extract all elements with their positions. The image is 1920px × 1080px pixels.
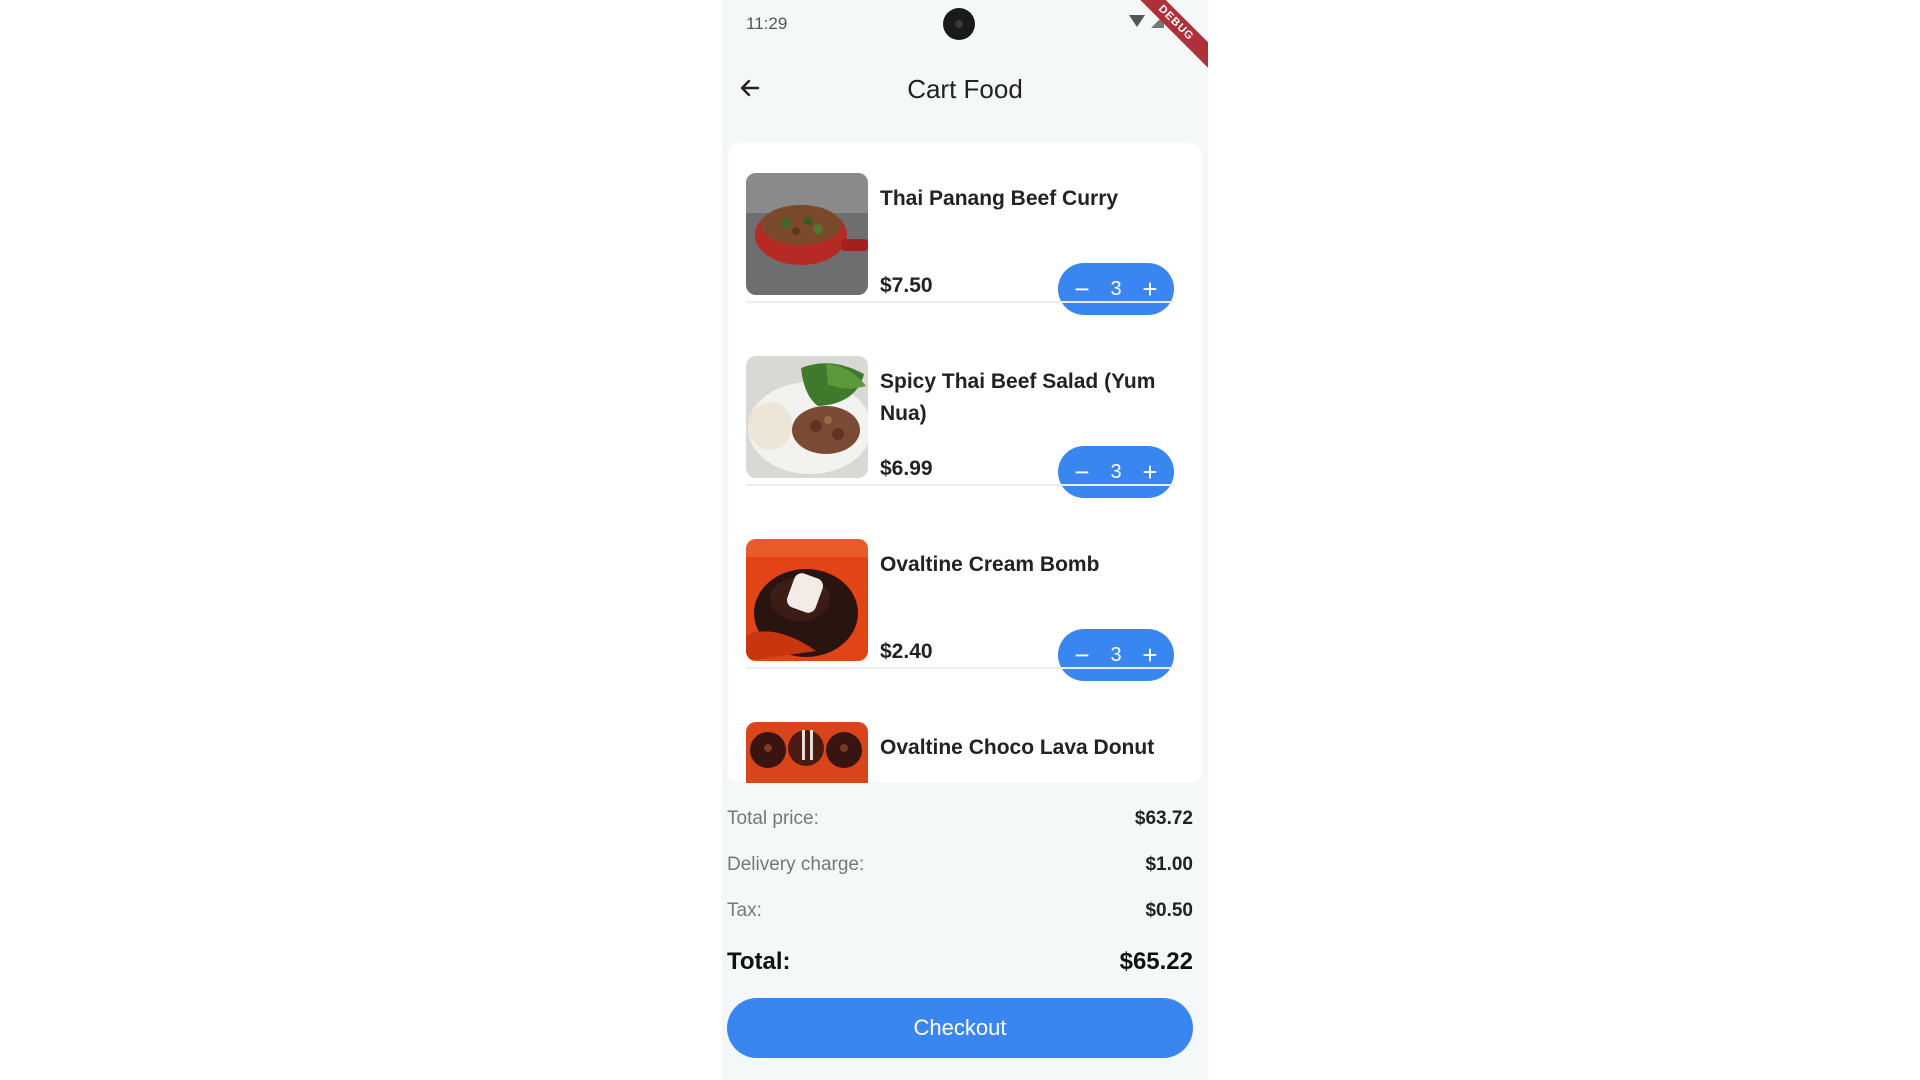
grand-total-label: Total: xyxy=(727,948,791,975)
decrease-quantity-button[interactable]: − xyxy=(1068,458,1096,486)
cart-item: Ovaltine Cream Bomb $2.40 − 3 + xyxy=(746,509,1174,681)
page-title: Cart Food xyxy=(907,74,1023,104)
item-name: Spicy Thai Beef Salad (Yum Nua) xyxy=(880,370,1156,425)
item-price: $2.40 xyxy=(880,640,933,663)
decrease-quantity-button[interactable]: − xyxy=(1068,641,1096,669)
increase-quantity-button[interactable]: + xyxy=(1136,641,1164,669)
wifi-icon xyxy=(1129,15,1145,27)
quantity-stepper: − 3 + xyxy=(1058,263,1174,315)
app-bar: Cart Food xyxy=(722,58,1208,118)
increase-quantity-button[interactable]: + xyxy=(1136,275,1164,303)
tax-label: Tax: xyxy=(727,900,762,921)
tax-value: $0.50 xyxy=(1145,900,1193,921)
item-name: Ovaltine Choco Lava Donut xyxy=(880,736,1155,759)
cart-item: Thai Panang Beef Curry $7.50 − 3 + xyxy=(746,143,1174,315)
quantity-stepper: − 3 + xyxy=(1058,629,1174,681)
quantity-value: 3 xyxy=(1110,643,1122,666)
item-price: $6.99 xyxy=(880,457,933,480)
item-name: Ovaltine Cream Bomb xyxy=(880,553,1100,576)
status-bar: 11:29 DEBUG xyxy=(722,0,1208,79)
item-name: Thai Panang Beef Curry xyxy=(880,187,1119,210)
food-image-beef-salad xyxy=(746,356,868,478)
total-price-label: Total price: xyxy=(727,808,819,829)
summary-row-total-price: Total price: $63.72 xyxy=(727,808,1193,830)
food-image-cream-bomb xyxy=(746,539,868,661)
phone-screen: 11:29 DEBUG Cart Food Thai Panang Beef C… xyxy=(722,0,1208,1080)
item-divider xyxy=(746,301,1174,303)
total-price-value: $63.72 xyxy=(1134,808,1193,829)
quantity-value: 3 xyxy=(1110,460,1122,483)
item-divider xyxy=(746,667,1174,669)
delivery-charge-label: Delivery charge: xyxy=(727,854,865,875)
status-time: 11:29 xyxy=(746,14,788,33)
increase-quantity-button[interactable]: + xyxy=(1136,458,1164,486)
item-divider xyxy=(746,484,1174,486)
checkout-button[interactable]: Checkout xyxy=(727,998,1193,1058)
quantity-stepper: − 3 + xyxy=(1058,446,1174,498)
delivery-charge-value: $1.00 xyxy=(1145,854,1193,875)
grand-total-value: $65.22 xyxy=(1119,948,1193,975)
food-image-beef-curry xyxy=(746,173,868,295)
item-price: $7.50 xyxy=(880,274,933,297)
cart-list[interactable]: Thai Panang Beef Curry $7.50 − 3 + Spicy… xyxy=(728,143,1202,783)
summary-row-tax: Tax: $0.50 xyxy=(727,900,1193,922)
front-camera xyxy=(943,8,975,40)
decrease-quantity-button[interactable]: − xyxy=(1068,275,1096,303)
food-image-lava-donut xyxy=(746,722,868,783)
cart-item: Ovaltine Choco Lava Donut xyxy=(746,692,1174,783)
summary-row-grand-total: Total: $65.22 xyxy=(727,948,1193,976)
quantity-value: 3 xyxy=(1110,277,1122,300)
cart-item: Spicy Thai Beef Salad (Yum Nua) $6.99 − … xyxy=(746,326,1174,498)
summary-row-delivery: Delivery charge: $1.00 xyxy=(727,854,1193,876)
